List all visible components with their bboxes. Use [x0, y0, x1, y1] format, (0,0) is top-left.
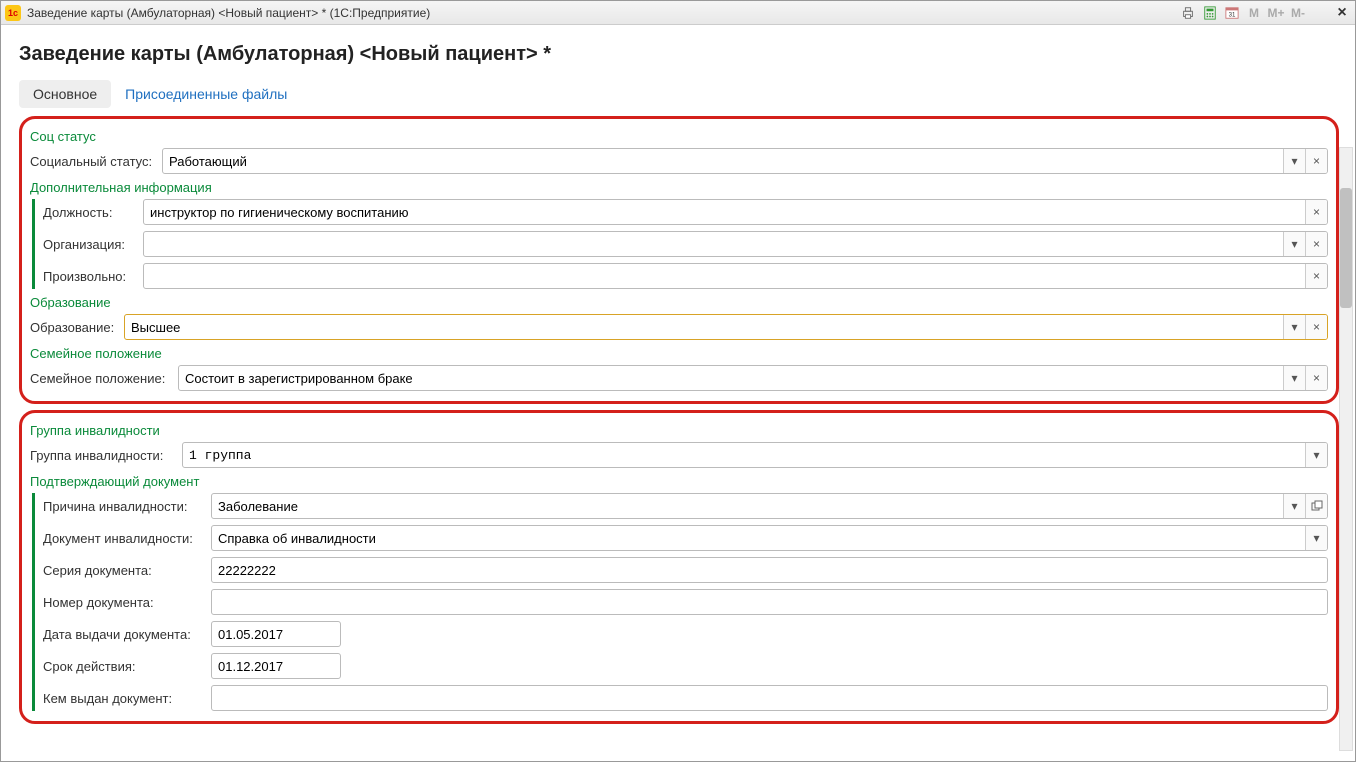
dropdown-icon[interactable]: ▾	[1305, 443, 1327, 467]
dropdown-icon[interactable]: ▾	[1283, 494, 1305, 518]
valid-until-field[interactable]	[211, 653, 341, 679]
highlight-social: Соц статус Социальный статус: ▾ × Дополн…	[19, 116, 1339, 404]
titlebar: 1c Заведение карты (Амбулаторная) <Новый…	[1, 1, 1355, 25]
calendar-icon[interactable]: 31	[1223, 4, 1241, 22]
app-logo-icon: 1c	[5, 5, 21, 21]
issued-by-field[interactable]	[211, 685, 1328, 711]
clear-icon[interactable]: ×	[1305, 200, 1327, 224]
label-document-series: Серия документа:	[43, 563, 211, 578]
tab-attached-files[interactable]: Присоединенные файлы	[111, 80, 301, 108]
position-input[interactable]	[144, 200, 1305, 224]
document-number-input[interactable]	[212, 590, 1327, 614]
disability-document-field[interactable]: ▾	[211, 525, 1328, 551]
tabs: Основное Присоединенные файлы	[1, 80, 1355, 116]
clear-icon[interactable]: ×	[1305, 232, 1327, 256]
issued-by-input[interactable]	[212, 686, 1327, 710]
dropdown-icon[interactable]: ▾	[1283, 366, 1305, 390]
freeform-field[interactable]: ×	[143, 263, 1328, 289]
open-icon[interactable]	[1305, 494, 1327, 518]
social-status-field[interactable]: ▾ ×	[162, 148, 1328, 174]
dropdown-icon[interactable]: ▾	[1305, 526, 1327, 550]
social-status-input[interactable]	[163, 149, 1283, 173]
label-issued-by: Кем выдан документ:	[43, 691, 211, 706]
clear-icon[interactable]: ×	[1305, 315, 1327, 339]
label-document-number: Номер документа:	[43, 595, 211, 610]
section-education: Образование	[30, 295, 1328, 310]
position-field[interactable]: ×	[143, 199, 1328, 225]
page-title: Заведение карты (Амбулаторная) <Новый па…	[1, 35, 1355, 80]
disability-group-field[interactable]: ▾	[182, 442, 1328, 468]
section-confirm-doc: Подтверждающий документ	[30, 474, 1328, 489]
tab-main[interactable]: Основное	[19, 80, 111, 108]
clear-icon[interactable]: ×	[1305, 366, 1327, 390]
section-disability-group: Группа инвалидности	[30, 423, 1328, 438]
label-organization: Организация:	[43, 237, 143, 252]
disability-reason-field[interactable]: ▾	[211, 493, 1328, 519]
disability-reason-input[interactable]	[212, 494, 1283, 518]
clear-icon[interactable]: ×	[1305, 149, 1327, 173]
education-input[interactable]	[125, 315, 1283, 339]
organization-field[interactable]: ▾ ×	[143, 231, 1328, 257]
dropdown-icon[interactable]: ▾	[1283, 149, 1305, 173]
memory-m-button[interactable]: M	[1245, 4, 1263, 22]
label-social-status: Социальный статус:	[30, 154, 162, 169]
document-series-input[interactable]	[212, 558, 1327, 582]
section-extra-info: Дополнительная информация	[30, 180, 1328, 195]
label-issue-date: Дата выдачи документа:	[43, 627, 211, 642]
disability-group-input[interactable]	[183, 443, 1305, 467]
window-title: Заведение карты (Амбулаторная) <Новый па…	[27, 6, 1179, 20]
dropdown-icon[interactable]: ▾	[1283, 315, 1305, 339]
label-disability-document: Документ инвалидности:	[43, 531, 211, 546]
titlebar-actions: 31 M M+ M- ×	[1179, 4, 1351, 22]
dropdown-icon[interactable]: ▾	[1283, 232, 1305, 256]
label-disability-reason: Причина инвалидности:	[43, 499, 211, 514]
marital-input[interactable]	[179, 366, 1283, 390]
disability-document-input[interactable]	[212, 526, 1305, 550]
label-marital: Семейное положение:	[30, 371, 178, 386]
label-valid-until: Срок действия:	[43, 659, 211, 674]
vertical-scrollbar[interactable]	[1339, 147, 1353, 751]
valid-until-input[interactable]	[212, 654, 341, 678]
restore-button[interactable]	[1311, 4, 1329, 22]
calculator-icon[interactable]	[1201, 4, 1219, 22]
clear-icon[interactable]: ×	[1305, 264, 1327, 288]
highlight-disability: Группа инвалидности Группа инвалидности:…	[19, 410, 1339, 724]
form-scroll-area[interactable]: Соц статус Социальный статус: ▾ × Дополн…	[1, 116, 1355, 761]
education-field[interactable]: ▾ ×	[124, 314, 1328, 340]
memory-mplus-button[interactable]: M+	[1267, 4, 1285, 22]
label-education: Образование:	[30, 320, 124, 335]
svg-text:31: 31	[1229, 11, 1236, 18]
label-freeform: Произвольно:	[43, 269, 143, 284]
section-soc-status: Соц статус	[30, 129, 1328, 144]
client-area: Заведение карты (Амбулаторная) <Новый па…	[1, 25, 1355, 761]
document-number-field[interactable]	[211, 589, 1328, 615]
issue-date-field[interactable]	[211, 621, 341, 647]
label-disability-group: Группа инвалидности:	[30, 448, 182, 463]
print-icon[interactable]	[1179, 4, 1197, 22]
label-position: Должность:	[43, 205, 143, 220]
memory-mminus-button[interactable]: M-	[1289, 4, 1307, 22]
app-window: 1c Заведение карты (Амбулаторная) <Новый…	[0, 0, 1356, 762]
document-series-field[interactable]	[211, 557, 1328, 583]
section-marital: Семейное положение	[30, 346, 1328, 361]
close-button[interactable]: ×	[1333, 4, 1351, 22]
organization-input[interactable]	[144, 232, 1283, 256]
issue-date-input[interactable]	[212, 622, 341, 646]
freeform-input[interactable]	[144, 264, 1305, 288]
marital-field[interactable]: ▾ ×	[178, 365, 1328, 391]
scrollbar-thumb[interactable]	[1340, 188, 1352, 308]
